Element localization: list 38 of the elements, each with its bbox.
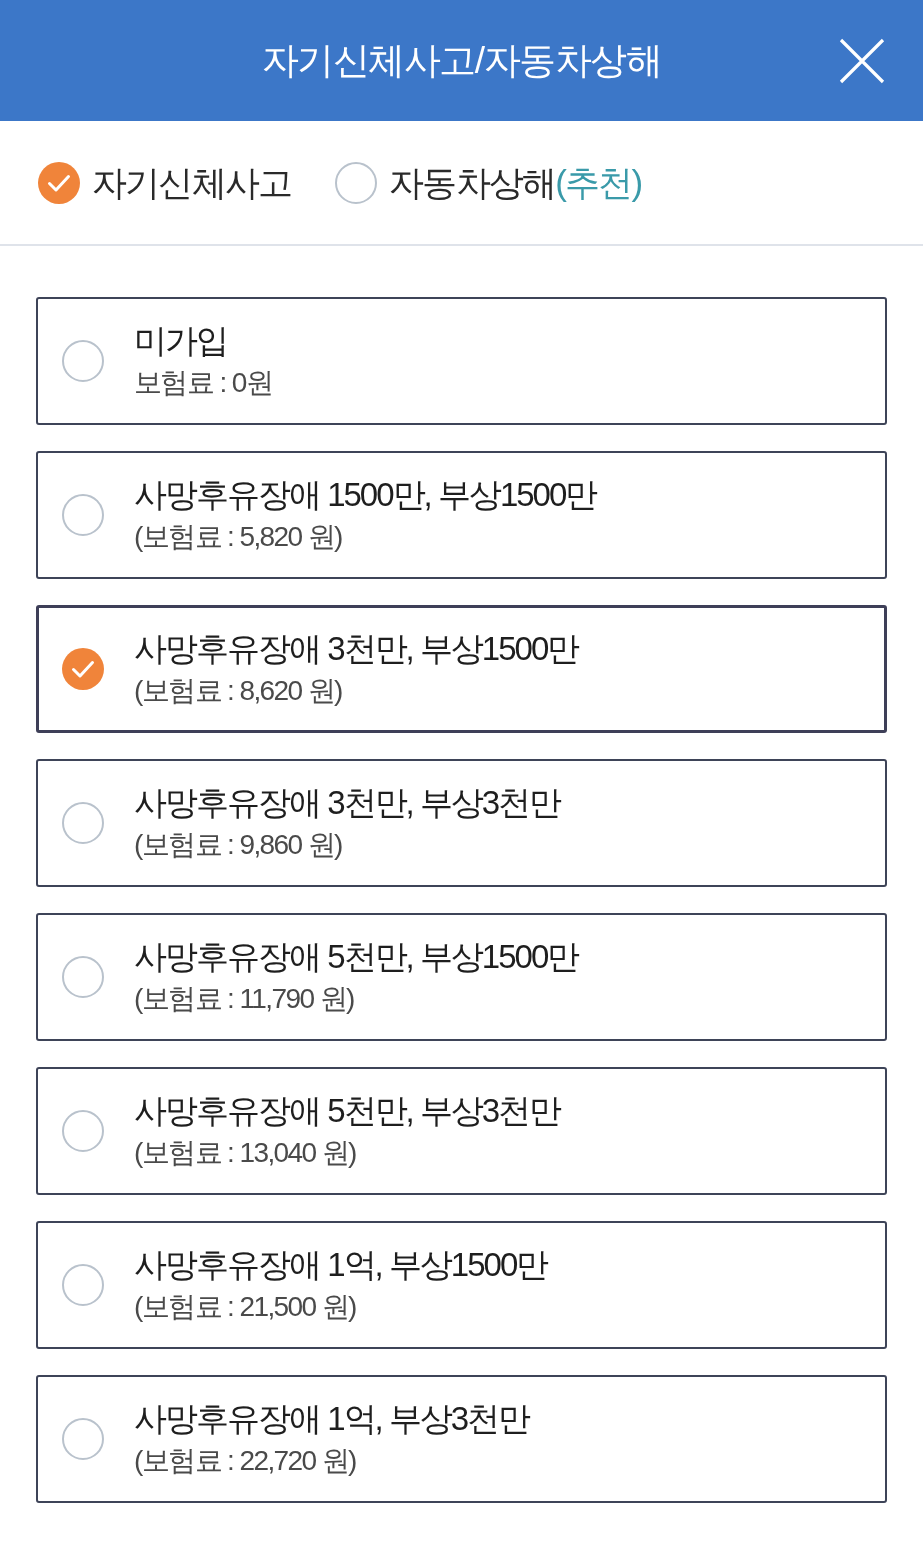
dialog-title: 자기신체사고/자동차상해 (261, 38, 662, 83)
coverage-title: 사망후유장애 5천만, 부상1500만 (134, 937, 579, 977)
radio-icon[interactable] (335, 161, 378, 204)
premium-text: (보험료 : 9,860 원) (134, 828, 343, 862)
option-card[interactable]: 사망후유장애 1억, 부상3천만 (보험료 : 22,720 원) (36, 1375, 887, 1503)
radio-icon[interactable] (62, 956, 104, 998)
coverage-title: 사망후유장애 1억, 부상1500만 (134, 1245, 548, 1285)
radio-icon[interactable] (62, 1418, 104, 1460)
premium-text: (보험료 : 11,790 원) (134, 982, 355, 1016)
coverage-type-label[interactable]: 자동차상해(추천) (389, 159, 642, 206)
option-card[interactable]: 사망후유장애 3천만, 부상3천만 (보험료 : 9,860 원) (36, 759, 887, 887)
radio-icon[interactable] (62, 340, 104, 382)
coverage-title: 사망후유장애 3천만, 부상3천만 (134, 783, 561, 823)
premium-text: (보험료 : 21,500 원) (134, 1290, 357, 1324)
coverage-title: 사망후유장애 1억, 부상3천만 (134, 1399, 530, 1439)
premium-text: (보험료 : 8,620 원) (134, 674, 343, 708)
coverage-type-label[interactable]: 자기신체사고 (92, 159, 292, 206)
radio-icon[interactable] (62, 1264, 104, 1306)
option-card[interactable]: 사망후유장애 5천만, 부상3천만 (보험료 : 13,040 원) (36, 1067, 887, 1195)
checked-radio-icon[interactable] (62, 648, 104, 690)
premium-text: (보험료 : 13,040 원) (134, 1136, 357, 1170)
premium-text: 보험료 : 0원 (134, 366, 273, 400)
coverage-title: 사망후유장애 5천만, 부상3천만 (134, 1091, 561, 1131)
radio-icon[interactable] (62, 802, 104, 844)
radio-icon[interactable] (62, 494, 104, 536)
checked-radio-icon[interactable] (38, 161, 80, 204)
coverage-title: 사망후유장애 1500만, 부상1500만 (134, 475, 597, 515)
premium-text: (보험료 : 22,720 원) (134, 1444, 357, 1478)
radio-icon[interactable] (62, 1110, 104, 1152)
coverage-title: 미가입 (134, 321, 228, 361)
option-card[interactable]: 미가입 보험료 : 0원 (36, 297, 887, 425)
close-icon[interactable] (839, 37, 885, 84)
option-card[interactable]: 사망후유장애 1500만, 부상1500만 (보험료 : 5,820 원) (36, 451, 887, 579)
premium-text: (보험료 : 5,820 원) (134, 520, 343, 554)
option-card[interactable]: 사망후유장애 3천만, 부상1500만 (보험료 : 8,620 원) (36, 605, 887, 733)
option-card[interactable]: 사망후유장애 1억, 부상1500만 (보험료 : 21,500 원) (36, 1221, 887, 1349)
option-card[interactable]: 사망후유장애 5천만, 부상1500만 (보험료 : 11,790 원) (36, 913, 887, 1041)
coverage-title: 사망후유장애 3천만, 부상1500만 (134, 629, 579, 669)
